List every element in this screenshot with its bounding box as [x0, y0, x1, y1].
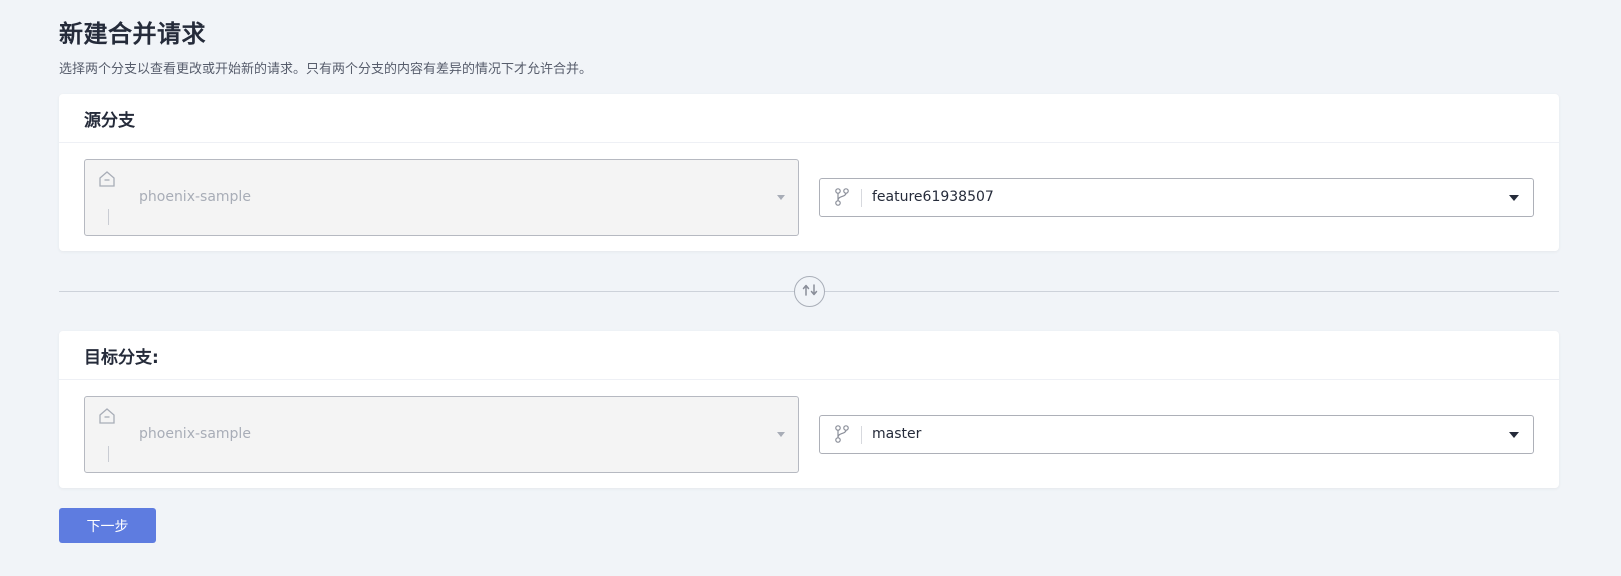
page-title: 新建合并请求 — [59, 20, 206, 48]
target-repo-select[interactable]: phoenix-sample — [84, 396, 799, 473]
chevron-down-icon — [777, 432, 785, 437]
repo-icon — [98, 407, 116, 425]
next-step-button[interactable]: 下一步 — [59, 508, 156, 543]
chevron-down-icon — [1509, 432, 1519, 438]
source-repo-value: phoenix-sample — [139, 189, 251, 205]
swap-icon — [802, 282, 818, 302]
target-branch-select[interactable]: master — [819, 415, 1534, 454]
target-branch-card: 目标分支: phoenix-sample master — [59, 331, 1559, 488]
source-branch-header: 源分支 — [59, 94, 1559, 143]
source-branch-select[interactable]: feature61938507 — [819, 178, 1534, 217]
target-branch-value: master — [872, 426, 922, 442]
branch-divider — [861, 426, 862, 444]
repo-icon — [98, 170, 116, 188]
target-branch-header: 目标分支: — [59, 331, 1559, 380]
chevron-down-icon — [777, 195, 785, 200]
page-description: 选择两个分支以查看更改或开始新的请求。只有两个分支的内容有差异的情况下才允许合并… — [59, 62, 593, 77]
repo-divider — [108, 209, 109, 225]
source-branch-card: 源分支 phoenix-sample feature61938507 — [59, 94, 1559, 251]
merge-request-page: 新建合并请求 选择两个分支以查看更改或开始新的请求。只有两个分支的内容有差异的情… — [0, 0, 1621, 576]
branch-icon — [833, 424, 851, 444]
source-branch-value: feature61938507 — [872, 189, 994, 205]
chevron-down-icon — [1509, 195, 1519, 201]
swap-branches-button[interactable] — [794, 276, 825, 307]
branch-icon — [833, 187, 851, 207]
target-repo-value: phoenix-sample — [139, 426, 251, 442]
source-repo-select[interactable]: phoenix-sample — [84, 159, 799, 236]
branch-divider — [861, 189, 862, 207]
repo-divider — [108, 446, 109, 462]
